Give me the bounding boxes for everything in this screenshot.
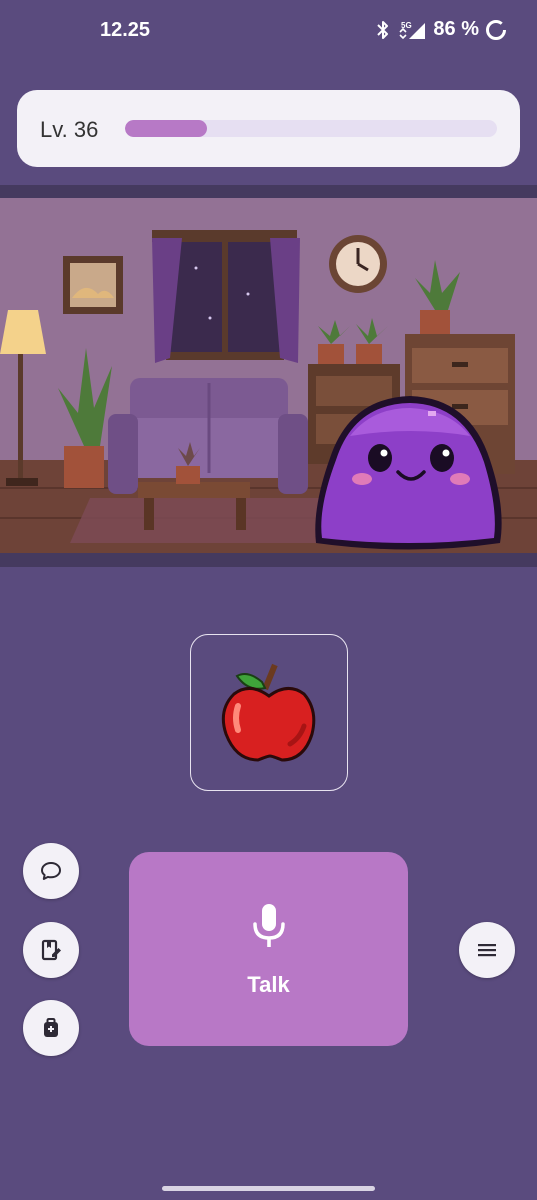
chat-button[interactable] [23, 843, 79, 899]
backpack-button[interactable] [23, 1000, 79, 1056]
menu-icon [478, 944, 496, 957]
status-bar: 12.25 5G 86 % [0, 0, 537, 62]
level-progress-bar [125, 120, 497, 137]
journal-button[interactable] [23, 922, 79, 978]
battery-text: 86 % [433, 18, 479, 40]
level-card: Lv. 36 [17, 90, 520, 167]
signal-5g-icon: 5G [399, 21, 426, 39]
menu-button[interactable] [459, 922, 515, 978]
talk-label: Talk [247, 972, 290, 997]
journal-edit-icon [41, 939, 61, 961]
apple-icon [221, 663, 316, 762]
status-icons: 5G 86 % [375, 18, 507, 41]
chat-bubble-icon [41, 862, 61, 880]
level-label: Lv. 36 [40, 117, 99, 142]
talk-button[interactable]: Talk [129, 852, 408, 1046]
scene-frame [0, 185, 537, 567]
food-item-card[interactable] [190, 634, 348, 791]
level-progress-fill [125, 120, 207, 137]
room-scene[interactable] [0, 198, 537, 553]
home-indicator[interactable] [162, 1186, 375, 1191]
backpack-icon [44, 1018, 58, 1037]
microphone-icon [253, 904, 285, 947]
battery-ring-icon [486, 19, 506, 40]
bluetooth-icon [377, 20, 389, 39]
status-time: 12.25 [100, 19, 151, 41]
room-background [0, 198, 537, 553]
